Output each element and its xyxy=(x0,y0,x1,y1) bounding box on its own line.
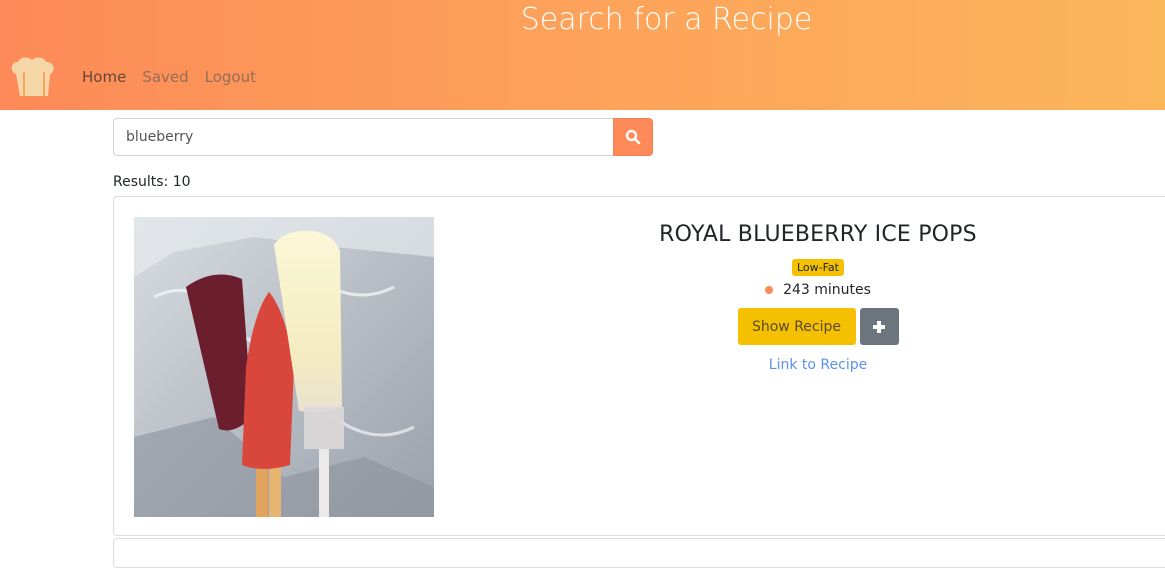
recipe-card-next xyxy=(113,538,1165,568)
diet-badge: Low-Fat xyxy=(791,259,844,276)
nav-home[interactable]: Home xyxy=(82,66,126,88)
cook-time-value: 243 minutes xyxy=(783,282,871,298)
chef-hat-icon xyxy=(11,57,54,96)
app-header: Search for a Recipe Home Saved Logout xyxy=(0,0,1165,110)
bullet-icon xyxy=(765,286,774,294)
nav-saved[interactable]: Saved xyxy=(142,66,188,88)
show-recipe-button[interactable]: Show Recipe xyxy=(737,308,856,345)
add-recipe-button[interactable] xyxy=(859,308,899,345)
cook-time: 243 minutes xyxy=(516,280,1120,300)
recipe-image[interactable] xyxy=(134,217,434,517)
plus-icon xyxy=(873,320,885,333)
search-icon xyxy=(625,129,641,145)
search-button[interactable] xyxy=(613,118,653,156)
link-to-recipe[interactable]: Link to Recipe xyxy=(769,357,867,373)
results-count: Results: 10 xyxy=(113,174,191,190)
nav-logout[interactable]: Logout xyxy=(205,66,256,88)
recipe-info: ROYAL BLUEBERRY ICE POPS Low-Fat 243 min… xyxy=(516,219,1120,373)
search-input[interactable] xyxy=(113,118,613,156)
recipe-title: ROYAL BLUEBERRY ICE POPS xyxy=(659,222,977,247)
recipe-actions: Show Recipe xyxy=(516,308,1120,345)
page-title: Search for a Recipe xyxy=(520,2,813,37)
main-nav: Home Saved Logout xyxy=(82,66,272,88)
search-bar xyxy=(113,118,653,156)
recipe-card: ROYAL BLUEBERRY ICE POPS Low-Fat 243 min… xyxy=(113,196,1165,536)
